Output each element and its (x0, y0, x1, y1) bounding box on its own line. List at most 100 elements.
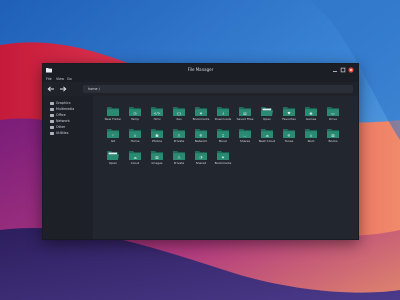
folder-grid: New Folder ◷ Temp </> html {} dev ★ Book… (93, 96, 358, 239)
sidebar-item-other[interactable]: Other (50, 125, 92, 130)
minimize-icon[interactable] (332, 67, 338, 73)
sidebar-item-label: Multimedia (56, 107, 75, 111)
svg-text:▥: ▥ (331, 133, 335, 137)
sidebar-item-label: Other (56, 125, 66, 129)
folder-item[interactable]: ⌂ Home (124, 128, 146, 146)
office-icon (50, 113, 54, 117)
folder-icon: ◷ (129, 107, 141, 116)
folder-item[interactable]: ♥ Favorites (278, 106, 300, 124)
folder-item[interactable]: ◔ Shared (190, 150, 212, 168)
sidebar-item-label: Utilities (56, 131, 69, 135)
folder-item[interactable]: Open (256, 106, 278, 124)
folder-item[interactable]: ★ Bookmarks (190, 106, 212, 124)
other-icon (50, 125, 54, 129)
svg-text:▤: ▤ (243, 111, 246, 115)
utilities-icon (50, 131, 54, 135)
svg-text:</>: </> (153, 111, 160, 115)
folder-icon: ▤ (239, 107, 251, 116)
folder-item[interactable]: ▭ Drive (322, 106, 344, 124)
folder-item[interactable]: ★ Bookmarks (212, 150, 234, 168)
svg-text:☁: ☁ (265, 133, 269, 137)
svg-text:★: ★ (199, 111, 202, 115)
maximize-icon[interactable] (340, 67, 346, 73)
svg-text:↓: ↓ (221, 111, 224, 115)
folder-label: Drive (329, 117, 337, 121)
folder-icon: ↓ (217, 107, 229, 116)
title-bar[interactable]: File Manager (43, 64, 358, 76)
sidebar-item-multimedia[interactable]: Multimedia (50, 107, 92, 112)
folder-item[interactable]: ◉ Games (300, 106, 322, 124)
sidebar-item-utilities[interactable]: Utilities (50, 131, 92, 136)
toolbar: home / (43, 82, 358, 96)
file-manager-window: File Manager File View Go home / Graphic… (42, 63, 359, 240)
svg-text:◔: ◔ (199, 155, 202, 159)
folder-icon: ⚠ (173, 129, 185, 138)
folder-icon: ☁ (129, 151, 141, 160)
folder-item[interactable]: ▤ Saved Files (234, 106, 256, 124)
folder-label: Bookmarks (214, 161, 232, 165)
folder-item[interactable]: ♫ Music (212, 128, 234, 146)
folder-icon: ▥ (327, 129, 339, 138)
menu-file[interactable]: File (46, 77, 52, 81)
folder-item[interactable]: ⊕ Network (190, 128, 212, 146)
folder-item[interactable]: ⚠ Private (168, 150, 190, 168)
folder-item[interactable]: ◡ Shares (234, 128, 256, 146)
svg-text:⑂: ⑂ (112, 133, 114, 137)
folder-icon (107, 107, 119, 116)
sidebar-item-graphics[interactable]: Graphics (50, 101, 92, 106)
folder-item[interactable]: ◷ Temp (124, 106, 146, 124)
sidebar-item-label: Network (56, 119, 70, 123)
graphics-icon (50, 101, 54, 105)
svg-text:◷: ◷ (133, 111, 136, 115)
folder-item[interactable]: ▨ Images (146, 150, 168, 168)
folder-item[interactable]: ⚠ Private (168, 128, 190, 146)
menu-go[interactable]: Go (67, 77, 72, 81)
folder-item[interactable]: New Folder (102, 106, 124, 124)
folder-item[interactable]: ▣ Photos (146, 128, 168, 146)
folder-icon: ★ (217, 151, 229, 160)
folder-icon: ⌂ (305, 129, 317, 138)
folder-icon: ◉ (305, 107, 317, 116)
open-folder-icon (107, 151, 119, 160)
folder-item[interactable]: ☁ Cloud (124, 150, 146, 168)
folder-icon: ◔ (195, 151, 207, 160)
network-icon (50, 119, 54, 123)
folder-item[interactable]: ⊛ Tunes (278, 128, 300, 146)
svg-text:★: ★ (221, 155, 224, 159)
folder-item[interactable]: ☁ Next Cloud (256, 128, 278, 146)
folder-item[interactable]: ⑂ Git (102, 128, 124, 146)
folder-item[interactable]: Open (102, 150, 124, 168)
forward-arrow-icon[interactable] (59, 86, 67, 92)
folder-icon: ♫ (217, 129, 229, 138)
folder-item[interactable]: ⌂ Root (300, 128, 322, 146)
multimedia-icon (50, 107, 54, 111)
svg-text:⊕: ⊕ (199, 133, 202, 137)
sidebar-item-network[interactable]: Network (50, 119, 92, 124)
sidebar: Graphics Multimedia Office Network Other… (43, 96, 93, 239)
svg-text:{}: {} (177, 111, 182, 115)
close-icon[interactable] (348, 67, 354, 73)
svg-text:◡: ◡ (243, 133, 246, 137)
folder-icon: {} (173, 107, 185, 116)
folder-item[interactable]: ▥ Books (322, 128, 344, 146)
folder-item[interactable]: </> html (146, 106, 168, 124)
folder-icon: ⚠ (173, 151, 185, 160)
folder-icon: ▨ (151, 151, 163, 160)
path-bar[interactable]: home / (83, 85, 353, 93)
sidebar-item-label: Office (56, 113, 66, 117)
folder-icon: ▭ (327, 107, 339, 116)
svg-text:⊛: ⊛ (287, 133, 290, 137)
menu-view[interactable]: View (56, 77, 64, 81)
folder-icon: ★ (195, 107, 207, 116)
folder-icon: </> (151, 107, 163, 116)
folder-icon: ⊛ (283, 129, 295, 138)
sidebar-item-office[interactable]: Office (50, 113, 92, 118)
back-arrow-icon[interactable] (47, 86, 55, 92)
folder-item[interactable]: {} dev (168, 106, 190, 124)
folder-icon: ▣ (151, 129, 163, 138)
folder-item[interactable]: ↓ Downloads (212, 106, 234, 124)
svg-text:▭: ▭ (331, 111, 334, 115)
svg-text:▣: ▣ (155, 133, 158, 137)
folder-icon: ⊕ (195, 129, 207, 138)
folder-label: Books (328, 139, 338, 143)
